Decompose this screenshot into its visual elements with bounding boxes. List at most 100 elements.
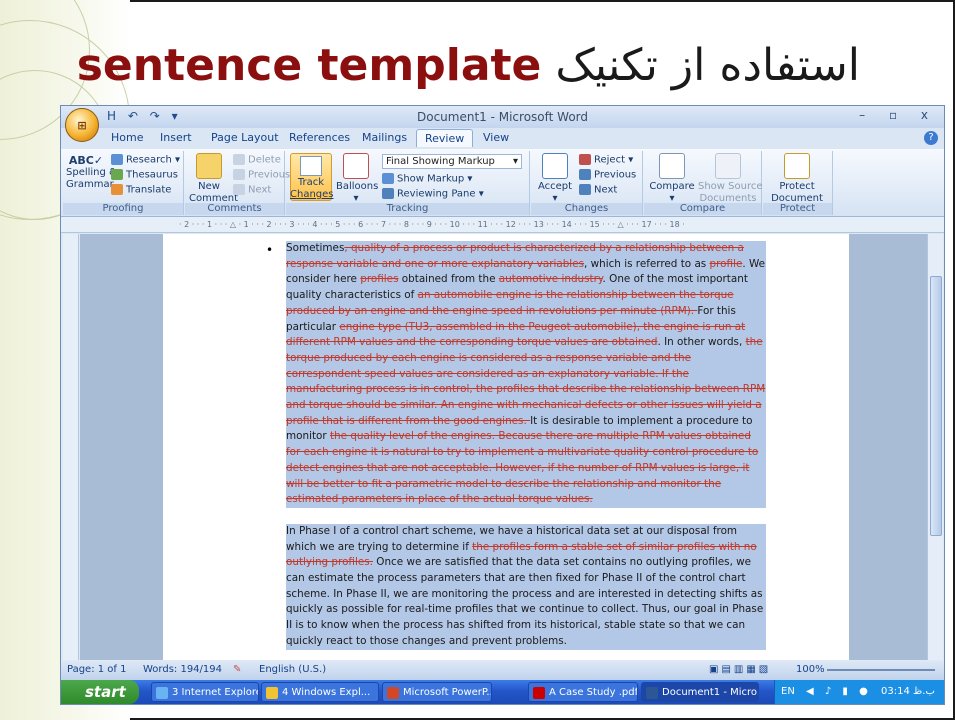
vertical-ruler[interactable] (63, 234, 79, 660)
language[interactable]: English (U.S.) (259, 660, 326, 680)
text-run[interactable]: . In other words, (657, 336, 745, 348)
clock[interactable]: 03:14 ب.ظ (881, 686, 935, 697)
paragraph-2[interactable]: In Phase I of a control chart scheme, we… (286, 523, 766, 650)
research-button[interactable]: Research ▾ (111, 154, 180, 167)
page-count[interactable]: Page: 1 of 1 (67, 660, 126, 680)
task-windows-explorer[interactable]: 4 Windows Expl... (261, 682, 379, 702)
show-markup-button[interactable]: Show Markup ▾ (382, 173, 472, 186)
paragraph-1[interactable]: Sometimes, quality of a process or produ… (286, 241, 766, 508)
word-count[interactable]: Words: 194/194 (143, 660, 222, 680)
help-icon[interactable]: ? (924, 131, 938, 145)
reviewing-pane-button[interactable]: Reviewing Pane ▾ (382, 188, 484, 201)
task-pdf[interactable]: A Case Study .pdf... (528, 682, 638, 702)
tab-view[interactable]: View (483, 131, 509, 144)
tracking-label: Tracking (286, 203, 529, 215)
deleted-text[interactable]: the quality level of the engines. Becaus… (286, 430, 758, 505)
compare-button[interactable]: Compare ▾ (648, 153, 696, 205)
next-comment-button[interactable]: Next (233, 184, 271, 197)
protect-label: Protect (763, 203, 832, 215)
protect-document-button[interactable]: Protect Document (769, 153, 825, 205)
vertical-scrollbar[interactable] (927, 234, 943, 660)
delete-comment-button[interactable]: Delete (233, 154, 281, 167)
taskbar: start 3 Internet Explorer 4 Windows Expl… (61, 680, 944, 704)
previous-change-button[interactable]: Previous (579, 169, 636, 182)
spelling-icon: ABC✓ (68, 154, 104, 167)
next-change-button[interactable]: Next (579, 184, 617, 197)
research-icon (111, 154, 123, 165)
view-buttons[interactable]: ▣▤▥▦▧ (709, 660, 771, 680)
horizontal-ruler[interactable]: · 2 · · · 1 · · · △ · 1 · · · 2 · · · 3 … (61, 217, 944, 233)
pdf-icon (533, 687, 545, 699)
group-protect: Protect Document Protect (763, 151, 833, 215)
folder-icon (266, 687, 278, 699)
group-comments: New Comment Delete Previous Next Comments (185, 151, 290, 215)
reviewing-pane-icon (382, 188, 394, 199)
deleted-text[interactable]: automotive industry (499, 273, 603, 285)
group-proofing: ABC✓ Spelling & Grammar Research ▾ Thesau… (63, 151, 184, 215)
thesaurus-button[interactable]: Thesaurus (111, 169, 178, 182)
document-text[interactable]: Sometimes, quality of a process or produ… (286, 241, 766, 660)
scroll-thumb[interactable] (930, 276, 942, 536)
text-run[interactable]: Once we are satisfied that the data set … (286, 556, 763, 647)
tab-page-layout[interactable]: Page Layout (211, 131, 279, 144)
powerpoint-icon (387, 687, 399, 699)
task-powerpoint[interactable]: Microsoft PowerP... (382, 682, 492, 702)
title-bar: H ↶ ↷ ▾ Document1 - Microsoft Word – ▫ x (61, 106, 944, 128)
lock-icon (784, 153, 810, 179)
reject-icon (579, 154, 591, 165)
tab-references[interactable]: References (289, 131, 350, 144)
comments-label: Comments (185, 203, 284, 215)
group-compare: Compare ▾ Show Source Documents Compare (644, 151, 763, 215)
language-indicator[interactable]: EN (781, 686, 795, 697)
proofing-label: Proofing (63, 203, 183, 215)
deleted-text[interactable]: the torque produced by each engine is co… (286, 336, 765, 427)
spelling-button[interactable]: ABC✓ Spelling & Grammar (66, 154, 117, 191)
translate-icon (111, 184, 123, 195)
zoom-slider[interactable] (827, 669, 935, 671)
zoom-level[interactable]: 100% (796, 660, 825, 680)
window-controls[interactable]: – ▫ x (859, 108, 938, 122)
proofing-status-icon[interactable]: ✎ (233, 660, 241, 680)
text-run[interactable]: Sometimes (286, 242, 344, 254)
deleted-text[interactable]: profiles (360, 273, 398, 285)
document-area: • Sometimes, quality of a process or pro… (80, 234, 927, 660)
word-icon (646, 687, 658, 699)
track-changes-icon (300, 156, 322, 176)
document-page[interactable]: • Sometimes, quality of a process or pro… (163, 234, 849, 660)
task-word[interactable]: Document1 - Micro... (641, 682, 759, 702)
tab-review[interactable]: Review (416, 129, 474, 147)
word-window: H ↶ ↷ ▾ Document1 - Microsoft Word – ▫ x… (60, 105, 945, 705)
markup-select[interactable]: Final Showing Markup ▾ (382, 154, 522, 169)
task-internet-explorer[interactable]: 3 Internet Explorer (151, 682, 259, 702)
group-tracking: Track Changes Balloons ▾ Final Showing Mar… (286, 151, 530, 215)
track-changes-button[interactable]: Track Changes (290, 152, 334, 202)
accept-icon (542, 153, 568, 179)
compare-label: Compare (644, 203, 761, 215)
new-comment-icon (196, 153, 222, 179)
document-title: Document1 - Microsoft Word (416, 110, 589, 124)
next-change-icon (579, 184, 591, 195)
tab-mailings[interactable]: Mailings (362, 131, 407, 144)
status-bar: Page: 1 of 1 Words: 194/194 ✎ English (U… (61, 660, 944, 680)
new-comment-button[interactable]: New Comment (189, 153, 238, 205)
bullet: • (266, 243, 274, 257)
ribbon: ABC✓ Spelling & Grammar Research ▾ Thesau… (61, 149, 944, 217)
previous-comment-button[interactable]: Previous (233, 169, 290, 182)
deleted-text[interactable]: profile (710, 258, 743, 270)
reject-button[interactable]: Reject ▾ (579, 154, 633, 167)
balloons-button[interactable]: Balloons ▾ (336, 153, 378, 205)
changes-label: Changes (531, 203, 642, 215)
next-icon (233, 184, 245, 195)
previous-change-icon (579, 169, 591, 180)
start-button[interactable]: start (61, 680, 139, 704)
accept-button[interactable]: Accept ▾ (535, 153, 575, 205)
translate-button[interactable]: Translate (111, 184, 171, 197)
tab-insert[interactable]: Insert (160, 131, 192, 144)
text-run[interactable]: obtained from the (398, 273, 498, 285)
text-run[interactable]: , which is referred to as (584, 258, 710, 270)
show-source-button[interactable]: Show Source Documents (698, 153, 763, 205)
office-button[interactable]: ⊞ (65, 108, 99, 142)
system-tray: EN ◀ ♪ ▮ ● 03:14 ب.ظ (774, 680, 944, 704)
tray-icons[interactable]: ◀ ♪ ▮ ● (806, 686, 872, 697)
tab-home[interactable]: Home (111, 131, 143, 144)
